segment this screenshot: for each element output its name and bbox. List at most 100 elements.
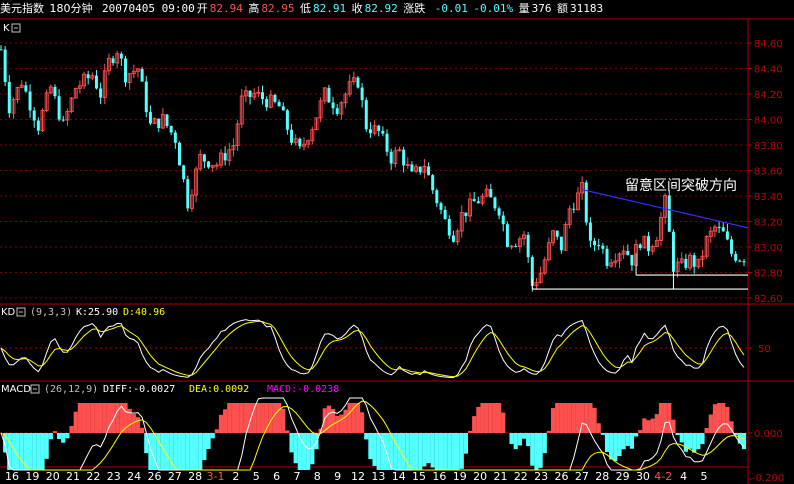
date-axis-label: 19 [453,470,467,483]
candle-body-down [285,110,289,130]
candle-body-down [335,108,339,114]
candle-body-down [559,236,563,251]
date-axis-label: 22 [86,470,100,483]
candle-body-down [734,253,738,261]
date-axis-label: 22 [514,470,528,483]
date-axis-label: 21 [493,470,507,483]
date-axis-label: 23 [534,470,548,483]
date-axis-label: 14 [392,470,406,483]
candle-body-down [24,85,28,92]
candle-body-down [364,100,368,130]
chart-canvas[interactable]: 84.60 84.40 84.20 84.00 83.80 83.60 83.40 83.20… [0,0,794,484]
kd-label: KD [1,307,16,318]
price-tick-label: 83.00 [754,243,783,254]
candle-body-down [381,130,385,134]
candle-body-down [202,154,206,162]
kd-params: (9,3,3) [30,307,72,318]
candlestick-pane[interactable]: 84.60 84.40 84.20 84.00 83.80 83.60 83.40 83.20… [0,39,783,305]
candle-body-down [389,151,393,164]
candle-body-down [597,245,601,247]
candle-body-down [281,106,285,111]
candle-body-down [173,132,177,143]
price-tick-label: 82.80 [754,269,783,280]
candle-body-down [248,90,252,98]
date-axis-label: 16 [432,470,446,483]
price-tick-label: 84.20 [754,90,783,101]
date-axis-label: 30 [636,470,650,483]
price-tick-label: 84.60 [754,39,783,50]
annotation-text: 留意区间突破方向 [625,177,737,194]
candle-body-down [290,129,294,143]
candle-body-down [177,142,181,166]
candle-body-down [605,248,609,266]
macd-tick-label: -0.200 [752,473,784,484]
candle-body-down [223,153,227,161]
date-axis-label: 13 [371,470,385,483]
candle-body-down [261,92,265,100]
macd-pane[interactable]: 0.000-0.20016 19 20 21 22 23 24 26 27 28 3-1 2 5 6 7 8 9… [0,397,784,484]
candle-body-down [61,119,65,121]
candle-body-down [157,118,161,129]
candle-body-down [111,58,115,64]
candle-body-down [630,254,634,266]
candle-body-down [32,110,36,121]
candle-body-down [327,87,331,103]
kd-pane[interactable]: 50 [0,319,771,379]
macd-dea-value: DEA:0.0092 [189,384,249,395]
candle-body-down [742,261,746,263]
date-axis-label: 23 [107,470,121,483]
candle-body-down [464,212,468,216]
candle-body-down [356,77,360,88]
candle-body-down [182,165,186,180]
candle-body-down [144,81,148,113]
price-tick-label: 84.00 [754,116,783,127]
candle-body-down [439,203,443,210]
candle-body-down [94,75,98,89]
date-axis-label: 2 [232,470,239,483]
date-axis-label: 20 [46,470,60,483]
date-axis-label: 6 [273,470,280,483]
candle-body-down [489,189,493,198]
candle-body-down [451,235,455,242]
candle-body-down [717,226,721,228]
candle-body-down [472,199,476,202]
candle-body-down [505,224,509,247]
date-axis-label: 27 [168,470,182,483]
candle-body-down [99,88,103,98]
candle-body-down [148,112,152,124]
date-axis-label: 21 [66,470,80,483]
candle-body-down [725,231,729,240]
candle-body-down [588,222,592,241]
price-tick-label: 83.80 [754,141,783,152]
macd-tick-label: 0.000 [754,429,783,440]
price-tick-label: 84.40 [754,65,783,76]
candle-body-down [443,209,447,220]
macd-macd-value: MACD:-0.0238 [267,384,339,395]
candle-body-down [277,101,281,107]
candle-body-down [86,74,90,79]
kd-tick-label: 50 [758,344,771,355]
candle-body-down [360,87,364,101]
date-axis-label: 15 [412,470,426,483]
candle-body-down [526,234,530,258]
candle-body-down [385,133,389,152]
candle-body-down [730,239,734,254]
candle-body-down [53,86,57,97]
candle-body-down [447,219,451,236]
date-axis-label: 26 [147,470,161,483]
candle-body-down [667,195,671,232]
candle-body-down [584,182,588,223]
candle-body-down [28,91,32,111]
date-axis-label: 27 [575,470,589,483]
date-axis-label: 4-2 [654,470,672,483]
candle-body-down [497,208,501,216]
candle-body-down [435,190,439,204]
candle-body-down [626,250,630,255]
price-tick-label: 83.20 [754,218,783,229]
candle-body-down [402,149,406,166]
candle-body-down [431,175,435,191]
candle-body-down [514,246,518,248]
price-tick-label: 82.60 [754,294,783,305]
date-axis-label: 8 [314,470,321,483]
kd-k-value: K:25.90 [76,307,118,318]
